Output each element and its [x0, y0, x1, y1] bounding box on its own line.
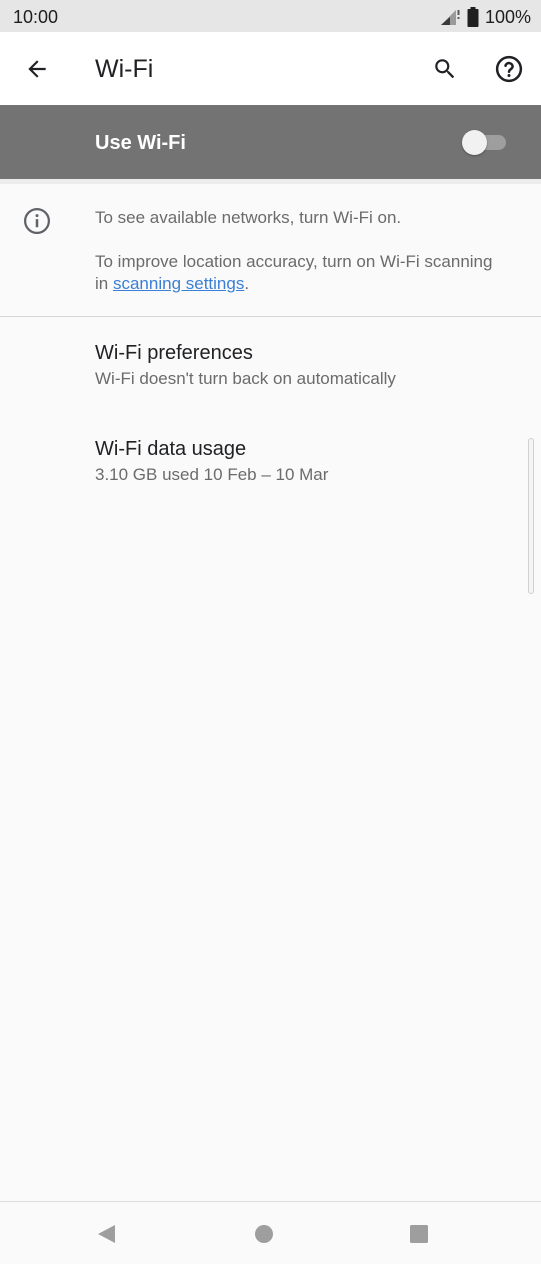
nav-back-icon — [98, 1225, 115, 1243]
info-icon — [24, 208, 50, 234]
nav-home-icon — [255, 1225, 273, 1243]
list-item-summary: 3.10 GB used 10 Feb – 10 Mar — [95, 465, 329, 484]
wifi-data-usage-item[interactable]: Wi-Fi data usage 3.10 GB used 10 Feb – 1… — [0, 436, 541, 516]
nav-back-button[interactable] — [84, 1212, 128, 1256]
navigation-bar — [0, 1202, 541, 1264]
info-scanning-suffix: . — [244, 274, 250, 293]
battery-icon — [467, 7, 479, 27]
help-button[interactable] — [486, 46, 532, 92]
use-wifi-label: Use Wi-Fi — [95, 132, 186, 154]
search-button[interactable] — [422, 46, 468, 92]
info-turn-on-message: To see available networks, turn Wi-Fi on… — [95, 208, 402, 227]
search-icon — [435, 59, 455, 79]
list-item-title: Wi-Fi data usage — [95, 438, 247, 460]
nav-recents-icon — [410, 1225, 428, 1243]
section-divider — [0, 316, 541, 317]
toggle-thumb — [462, 130, 487, 155]
nav-recents-button[interactable] — [397, 1212, 441, 1256]
wifi-settings-screen: 10:00 100% Wi-Fi Use Wi-Fi To see availa… — [0, 0, 541, 1264]
status-indicators: 100% — [439, 6, 531, 28]
page-title: Wi-Fi — [95, 55, 154, 83]
status-bar: 10:00 100% — [0, 0, 541, 32]
back-button[interactable] — [14, 46, 60, 92]
cellular-signal-icon — [440, 10, 460, 25]
scanning-settings-link[interactable]: scanning settings — [113, 274, 244, 293]
wifi-preferences-item[interactable]: Wi-Fi preferences Wi-Fi doesn't turn bac… — [0, 340, 541, 420]
use-wifi-switch-bar[interactable]: Use Wi-Fi — [0, 105, 541, 179]
scrollbar[interactable] — [528, 438, 534, 594]
list-item-title: Wi-Fi preferences — [95, 342, 253, 364]
battery-percent: 100% — [484, 7, 531, 27]
nav-home-button[interactable] — [242, 1212, 286, 1256]
switch-bar-shadow — [0, 179, 541, 184]
back-arrow-icon — [28, 60, 46, 78]
app-bar: Wi-Fi — [0, 32, 541, 105]
wifi-toggle[interactable] — [462, 129, 508, 155]
status-time: 10:00 — [13, 7, 59, 27]
list-item-summary: Wi-Fi doesn't turn back on automatically — [95, 369, 396, 388]
help-icon — [495, 55, 523, 83]
info-scanning-message: To improve location accuracy, turn on Wi… — [95, 251, 495, 295]
